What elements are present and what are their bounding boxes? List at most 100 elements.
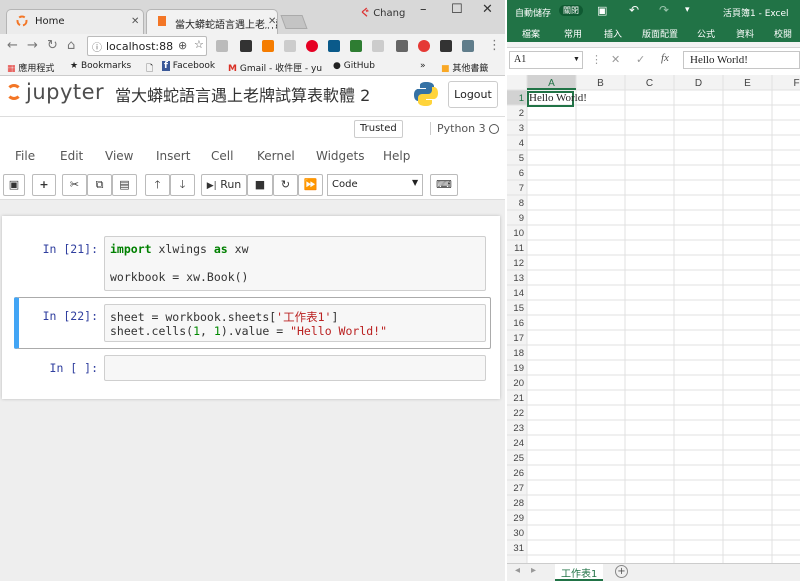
run-button[interactable]: ▶| Run <box>201 174 247 196</box>
name-box[interactable]: A1 ▼ <box>509 51 583 69</box>
paste-button[interactable]: ▤ <box>112 174 137 196</box>
ribbon-tab-formulas[interactable]: 公式 <box>697 27 715 40</box>
menu-cell[interactable]: Cell <box>211 149 233 163</box>
command-palette-button[interactable]: ⌨ <box>430 174 458 196</box>
close-tab-icon[interactable]: ✕ <box>265 16 277 27</box>
extension-icon[interactable] <box>328 40 340 52</box>
menu-view[interactable]: View <box>105 149 133 163</box>
column-header-c: C <box>646 78 653 89</box>
bookmark-item[interactable]: M Gmail - 收件匣 - yu <box>228 61 322 74</box>
menu-file[interactable]: File <box>15 149 35 163</box>
maximize-icon[interactable]: ☐ <box>451 2 463 17</box>
pocket-icon[interactable] <box>240 40 252 52</box>
apps-bookmark[interactable]: ▦ 應用程式 <box>7 61 54 74</box>
ribbon-tab-review[interactable]: 校閱 <box>774 27 792 40</box>
formula-input[interactable]: Hello World! <box>683 51 800 69</box>
ribbon-tab-file[interactable]: 檔案 <box>522 27 540 40</box>
cell-type-select[interactable]: Code ▼ <box>327 174 423 196</box>
new-tab-button[interactable] <box>280 15 308 29</box>
move-up-button[interactable]: 🡑 <box>145 174 170 196</box>
extension-icon[interactable] <box>216 40 228 52</box>
notebook-title[interactable]: 當大蟒蛇語言遇上老牌試算表軟體 2 <box>115 82 370 106</box>
extension-icon[interactable] <box>462 40 474 52</box>
cut-button[interactable]: ✂ <box>62 174 87 196</box>
forward-icon[interactable]: → <box>27 38 38 53</box>
info-icon: ⓘ <box>92 43 102 54</box>
row-header: 17 <box>513 333 524 344</box>
home-icon[interactable]: ⌂ <box>67 38 75 53</box>
autosave-toggle[interactable]: 關閉 <box>559 5 583 16</box>
cancel-icon[interactable]: ✕ <box>611 53 620 66</box>
extension-icon[interactable] <box>350 40 362 52</box>
rss-icon[interactable] <box>262 40 274 52</box>
extension-icon[interactable] <box>440 40 452 52</box>
profile-button[interactable]: ぐ Chang <box>360 4 405 19</box>
close-tab-icon[interactable]: ✕ <box>131 16 139 27</box>
pinterest-icon[interactable] <box>306 40 318 52</box>
code-cell-1[interactable]: import xlwings as xw workbook = xw.Book(… <box>104 236 486 291</box>
menu-insert[interactable]: Insert <box>156 149 190 163</box>
extension-icon[interactable] <box>372 40 384 52</box>
row-header: 10 <box>513 228 524 239</box>
menu-edit[interactable]: Edit <box>60 149 83 163</box>
cell-prompt: In [ ]: <box>49 361 98 375</box>
prev-sheet-icon[interactable]: ◂ <box>515 565 520 576</box>
star-icon[interactable]: ☆ <box>194 38 204 51</box>
minimize-icon[interactable]: – <box>420 2 427 17</box>
zoom-icon[interactable]: ⊕ <box>178 39 187 52</box>
interrupt-button[interactable]: ■ <box>247 174 273 196</box>
restart-button[interactable]: ↻ <box>273 174 298 196</box>
run-all-button[interactable]: ⏩ <box>298 174 323 196</box>
tab-home[interactable]: Home ✕ <box>6 9 144 34</box>
row-header: 14 <box>513 288 524 299</box>
sheet-tab[interactable]: 工作表1 <box>555 564 604 581</box>
row-header: 4 <box>519 138 524 149</box>
logout-button[interactable]: Logout <box>448 81 498 108</box>
other-bookmarks[interactable]: ■ 其他書籤 <box>441 61 488 74</box>
close-window-icon[interactable]: ✕ <box>482 2 493 17</box>
camera-icon[interactable] <box>396 40 408 52</box>
move-down-button[interactable]: 🡓 <box>170 174 195 196</box>
extension-icon[interactable] <box>418 40 430 52</box>
row-header: 13 <box>513 273 524 284</box>
more-icon[interactable]: ▾ <box>685 5 690 15</box>
code-cell-2[interactable]: sheet = workbook.sheets['工作表1'] sheet.ce… <box>104 304 486 342</box>
cell-a1[interactable]: Hello World! <box>529 92 587 104</box>
page-icon[interactable]: 🗋 <box>146 61 153 77</box>
bookmark-item[interactable]: f Facebook <box>162 61 215 71</box>
trusted-indicator[interactable]: Trusted <box>354 120 403 138</box>
ribbon-tab-home[interactable]: 常用 <box>564 27 582 40</box>
row-header: 5 <box>519 153 524 164</box>
reload-icon[interactable]: ↻ <box>47 38 58 53</box>
code-cell-3[interactable] <box>104 355 486 381</box>
grid-lines: A B C D E F1234567891011121314151617181920212… <box>507 75 800 563</box>
spreadsheet-grid[interactable]: A B C D E F 1 2 3 4 5 6 7 8 9 10 11 12 13 14 15 16 17 18 19 20 21 2… <box>507 75 800 565</box>
add-sheet-icon[interactable]: + <box>615 565 628 578</box>
more-bookmarks[interactable]: » <box>420 61 426 71</box>
jupyter-logo[interactable]: jupyter <box>6 80 104 104</box>
bookmark-item[interactable]: ★ Bookmarks <box>70 61 131 71</box>
tab-notebook[interactable]: 當大蟒蛇語言遇上老牌試 ✕ <box>146 9 278 34</box>
ribbon-tab-data[interactable]: 資料 <box>736 27 754 40</box>
bookmark-item[interactable]: ● GitHub <box>333 61 375 71</box>
save-icon[interactable]: ▣ <box>597 4 607 17</box>
back-icon[interactable]: ← <box>7 38 18 53</box>
address-bar[interactable]: ⓘ localhost:88 ⊕ ☆ <box>87 36 207 56</box>
menu-icon[interactable]: ⋮ <box>488 38 501 53</box>
insert-function-icon[interactable]: fx <box>661 52 669 64</box>
extension-icon[interactable] <box>284 40 296 52</box>
facebook-icon: f <box>162 61 170 71</box>
menu-kernel[interactable]: Kernel <box>257 149 295 163</box>
menu-widgets[interactable]: Widgets <box>316 149 365 163</box>
ribbon-tab-insert[interactable]: 插入 <box>604 27 622 40</box>
menu-help[interactable]: Help <box>383 149 410 163</box>
insert-cell-button[interactable]: + <box>32 174 56 196</box>
ribbon-tab-layout[interactable]: 版面配置 <box>642 27 678 40</box>
undo-icon[interactable]: ↶ <box>629 3 639 17</box>
redo-icon[interactable]: ↷ <box>659 3 669 17</box>
copy-button[interactable]: ⧉ <box>87 174 112 196</box>
next-sheet-icon[interactable]: ▸ <box>531 565 536 576</box>
save-button[interactable]: ▣ <box>3 174 25 196</box>
enter-icon[interactable]: ✓ <box>636 53 645 66</box>
kernel-name[interactable]: Python 3 <box>430 122 486 135</box>
